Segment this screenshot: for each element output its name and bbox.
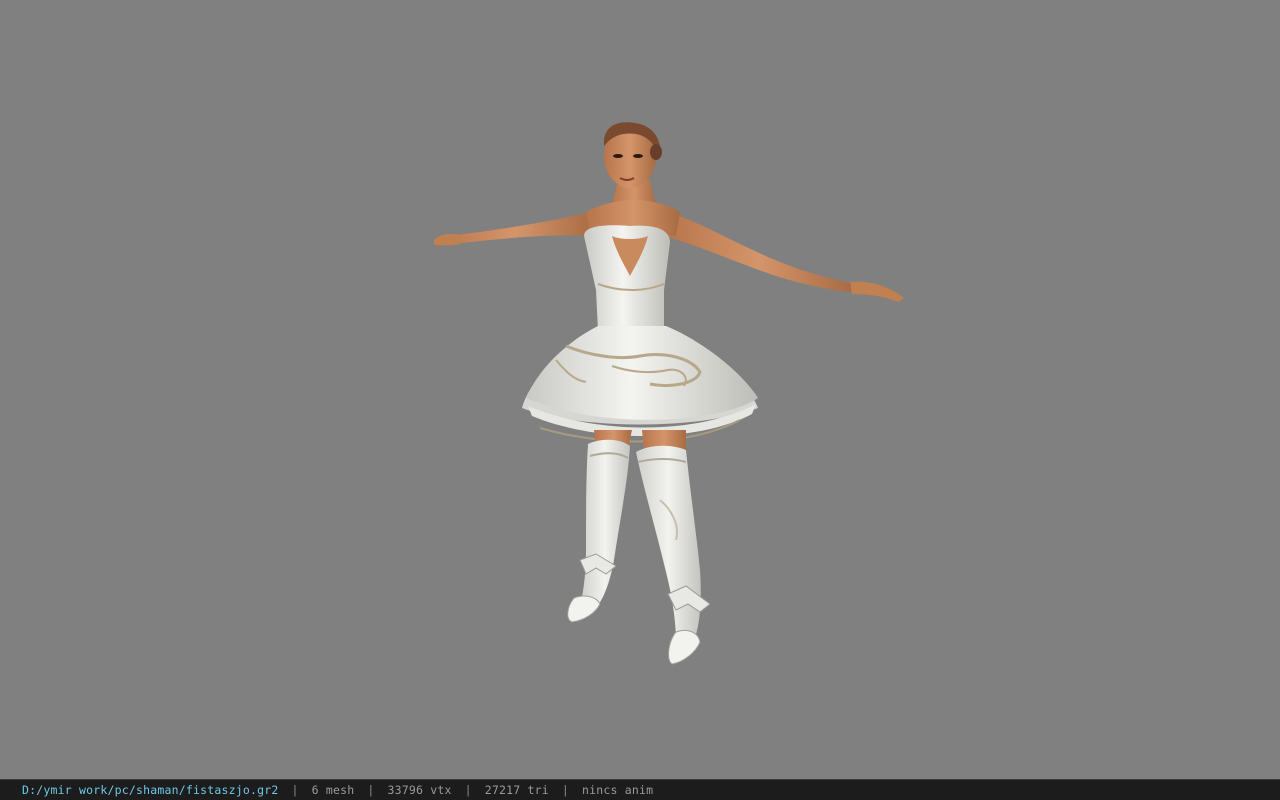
left-shoe bbox=[567, 595, 601, 623]
file-path: D:/ymir work/pc/shaman/fistaszjo.gr2 bbox=[22, 783, 279, 797]
right-shoe bbox=[668, 629, 701, 665]
character-model[interactable] bbox=[0, 0, 1280, 779]
left-eye bbox=[613, 154, 623, 158]
right-arm bbox=[664, 212, 854, 292]
mesh-count: 6 mesh bbox=[311, 783, 355, 797]
right-hand bbox=[850, 281, 904, 302]
separator: | bbox=[367, 783, 375, 797]
3d-viewport[interactable] bbox=[0, 0, 1280, 779]
right-eye bbox=[633, 154, 643, 158]
left-hand bbox=[434, 233, 462, 246]
separator: | bbox=[464, 783, 472, 797]
status-bar: D:/ymir work/pc/shaman/fistaszjo.gr2 | 6… bbox=[0, 779, 1280, 800]
separator: | bbox=[561, 783, 569, 797]
right-stocking bbox=[636, 445, 701, 642]
triangle-count: 27217 tri bbox=[484, 783, 549, 797]
hair-bun bbox=[650, 144, 662, 160]
separator: | bbox=[291, 783, 299, 797]
animation-status: nincs anim bbox=[581, 783, 654, 797]
left-stocking bbox=[580, 439, 630, 608]
vertex-count: 33796 vtx bbox=[387, 783, 452, 797]
